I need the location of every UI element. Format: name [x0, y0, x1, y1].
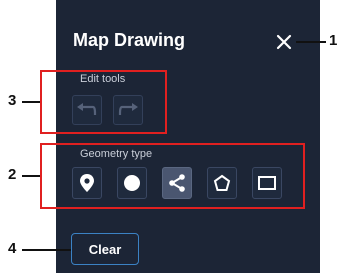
callout-line-3	[22, 101, 40, 103]
callout-number-1: 1	[329, 32, 338, 49]
callout-number-4: 4	[8, 240, 17, 257]
edit-tools-highlight	[40, 70, 167, 134]
callout-number-3: 3	[8, 92, 17, 109]
callout-line-2	[22, 175, 40, 177]
close-icon	[276, 34, 292, 50]
callout-number-2: 2	[8, 166, 17, 183]
clear-button[interactable]: Clear	[71, 233, 139, 265]
geometry-type-highlight	[40, 143, 305, 209]
panel-title: Map Drawing	[73, 30, 186, 50]
close-button[interactable]	[273, 31, 295, 53]
callout-line-4	[22, 249, 71, 251]
callout-line-1	[296, 41, 326, 43]
